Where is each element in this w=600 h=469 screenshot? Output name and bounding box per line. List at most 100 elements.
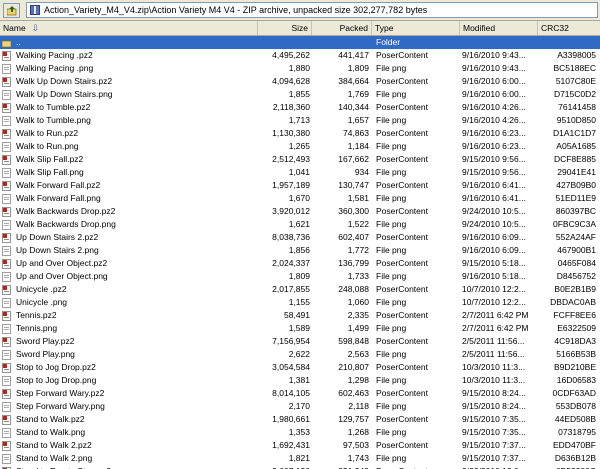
file-row[interactable]: Stand to Walk.pz2 1,980,661 129,757 PoserCo… <box>0 413 600 426</box>
file-row[interactable]: Sword Play.png 2,622 2,563 File png 2/5/2011… <box>0 348 600 361</box>
pz2-file-icon <box>2 337 11 347</box>
file-list[interactable]: .. Folder Walking Pacing .pz2 4,495,262 441,… <box>0 36 600 469</box>
file-crc32: DBDAC0AB <box>550 297 596 307</box>
file-size: 1,381 <box>288 375 310 385</box>
file-crc32: 29041E41 <box>557 167 596 177</box>
png-file-icon <box>2 64 11 74</box>
file-name: Walk Forward Fall.pz2 <box>16 180 101 190</box>
file-row[interactable]: Walk Up Down Stairs.png 1,855 1,769 File pn… <box>0 88 600 101</box>
file-crc32: D715C0D2 <box>553 89 596 99</box>
file-packed: 2,335 <box>347 310 369 320</box>
file-type: PoserContent <box>376 310 428 320</box>
file-row[interactable]: Stand to Walk 2.png 1,821 1,743 File png 9/1… <box>0 452 600 465</box>
file-row[interactable]: Step Forward Wary.pz2 8,014,105 602,463 Pos… <box>0 387 600 400</box>
path-field[interactable]: Action_Variety_M4_V4.zip\Action Variety … <box>26 2 598 18</box>
file-row[interactable]: Tennis.png 1,589 1,499 File png 2/7/2011 6:4… <box>0 322 600 335</box>
file-row[interactable]: Stop to Jog Drop.png 1,381 1,298 File png 10… <box>0 374 600 387</box>
file-packed: 360,300 <box>338 206 369 216</box>
file-row[interactable]: Up and Over Object.png 1,809 1,733 File png… <box>0 270 600 283</box>
file-size: 1,957,189 <box>272 180 310 190</box>
file-row[interactable]: Walk Slip Fall.pz2 2,512,493 167,662 PoserC… <box>0 153 600 166</box>
file-type: PoserContent <box>376 180 428 190</box>
file-name: Walk to Run.pz2 <box>16 128 79 138</box>
up-folder-button[interactable] <box>3 3 20 18</box>
file-packed: 1,581 <box>347 193 369 203</box>
file-crc32 <box>540 36 596 49</box>
file-row[interactable]: Walk Backwards Drop.pz2 3,920,012 360,300 P… <box>0 205 600 218</box>
file-row[interactable]: Walk Backwards Drop.png 1,621 1,522 File pn… <box>0 218 600 231</box>
column-packed-header[interactable]: Packed <box>312 21 372 35</box>
file-type: PoserContent <box>376 154 428 164</box>
file-name: Walk to Run.png <box>16 141 79 151</box>
file-row[interactable]: Unicycle .pz2 2,017,855 248,088 PoserConten… <box>0 283 600 296</box>
file-name: Walk Slip Fall.png <box>16 167 84 177</box>
file-modified: 9/24/2010 10:5... <box>462 206 526 216</box>
column-type-header[interactable]: Type <box>372 21 460 35</box>
file-packed: 248,088 <box>338 284 369 294</box>
file-packed: 1,499 <box>347 323 369 333</box>
file-type: PoserContent <box>376 388 428 398</box>
file-packed: 351,249 <box>312 465 369 469</box>
column-size-header[interactable]: Size <box>258 21 312 35</box>
file-row[interactable]: Walking Pacing .png 1,880 1,809 File png 9/1… <box>0 62 600 75</box>
file-modified: 9/16/2010 5:18... <box>462 271 526 281</box>
file-row[interactable]: Walk Forward Fall.png 1,670 1,581 File png 9… <box>0 192 600 205</box>
file-row[interactable]: Stand to Walk.png 1,353 1,268 File png 9/15/… <box>0 426 600 439</box>
file-row[interactable]: Walk to Run.pz2 1,130,380 74,863 PoserConte… <box>0 127 600 140</box>
file-name: Unicycle .pz2 <box>16 284 67 294</box>
file-crc32: 51ED11E9 <box>555 193 596 203</box>
file-size: 1,692,431 <box>272 440 310 450</box>
file-type: File png <box>376 271 407 281</box>
pz2-file-icon <box>2 207 11 217</box>
file-row[interactable]: Unicycle .png 1,155 1,060 File png 10/7/2010… <box>0 296 600 309</box>
column-crc32-header[interactable]: CRC32 <box>538 21 600 35</box>
file-type: File png <box>376 453 407 463</box>
file-packed: 129,757 <box>338 414 369 424</box>
file-row[interactable]: Walk Up Down Stairs.pz2 4,094,628 384,664 P… <box>0 75 600 88</box>
file-packed: 136,799 <box>338 258 369 268</box>
file-name-cell: Sword Play.pz2 <box>2 335 260 348</box>
file-packed: 1,733 <box>347 271 369 281</box>
file-name: Stand to Walk 2.pz2 <box>16 440 92 450</box>
file-size: 2,170 <box>288 401 310 411</box>
file-modified: 9/16/2010 4:26... <box>462 115 526 125</box>
column-modified-header[interactable]: Modified <box>460 21 538 35</box>
file-row[interactable]: Up and Over Object.pz2 2,024,337 136,799 Po… <box>0 257 600 270</box>
file-type: PoserContent <box>376 336 428 346</box>
file-type: File png <box>376 63 407 73</box>
file-name: Walk Backwards Drop.png <box>16 219 116 229</box>
file-row[interactable]: Stop to Jog Drop.pz2 3,054,584 210,807 Pose… <box>0 361 600 374</box>
file-row[interactable]: Walk to Run.png 1,265 1,184 File png 9/16/20… <box>0 140 600 153</box>
file-crc32: 76141458 <box>558 102 596 112</box>
file-row[interactable]: Sword Play.pz2 7,156,954 598,848 PoserConte… <box>0 335 600 348</box>
file-type: PoserContent <box>376 102 428 112</box>
file-row[interactable]: Walk Forward Fall.pz2 1,957,189 130,747 Pos… <box>0 179 600 192</box>
file-row[interactable]: Stand to Run to Stop.pz2 3,607,120351,249… <box>0 465 600 469</box>
file-row[interactable]: Walk Slip Fall.png 1,041 934 File png 9/15/2… <box>0 166 600 179</box>
sort-arrow-icon: ⇩ <box>31 23 40 33</box>
file-size: 4,094,628 <box>272 76 310 86</box>
file-row[interactable]: Walk to Tumble.png 1,713 1,657 File png 9/16… <box>0 114 600 127</box>
file-modified: 9/15/2010 9:56... <box>462 167 526 177</box>
file-modified: 9/15/2010 9:56... <box>462 154 526 164</box>
file-packed: 210,807 <box>338 362 369 372</box>
file-crc32: 0465F084 <box>557 258 596 268</box>
file-type: PoserContent <box>376 258 428 268</box>
file-row[interactable]: Step Forward Wary.png 2,170 2,118 File png 9… <box>0 400 600 413</box>
file-row[interactable]: Tennis.pz2 58,491 2,335 PoserContent 2/7/201… <box>0 309 600 322</box>
file-type: File png <box>376 89 407 99</box>
file-row[interactable]: Up Down Stairs 2.png 1,856 1,772 File png 9/… <box>0 244 600 257</box>
file-row[interactable]: Walk to Tumble.pz2 2,118,360 140,344 PoserC… <box>0 101 600 114</box>
file-name: Walking Pacing .png <box>16 63 94 73</box>
file-modified: 9/16/2010 6:00... <box>462 76 526 86</box>
file-name-cell: Walk to Run.png <box>2 140 260 153</box>
file-name-cell: Unicycle .pz2 <box>2 283 260 296</box>
file-row[interactable]: Stand to Walk 2.pz2 1,692,431 97,503 PoserC… <box>0 439 600 452</box>
file-modified: 2/5/2011 11:56... <box>462 336 525 346</box>
column-name-header[interactable]: Name ⇩ <box>0 21 258 35</box>
file-row[interactable]: Up Down Stairs 2.pz2 8,038,736 602,407 Pose… <box>0 231 600 244</box>
file-row[interactable]: Walking Pacing .pz2 4,495,262 441,417 Poser… <box>0 49 600 62</box>
file-type: PoserContent <box>376 414 428 424</box>
file-name-cell: Walk Backwards Drop.png <box>2 218 260 231</box>
file-row[interactable]: .. Folder <box>0 36 600 49</box>
